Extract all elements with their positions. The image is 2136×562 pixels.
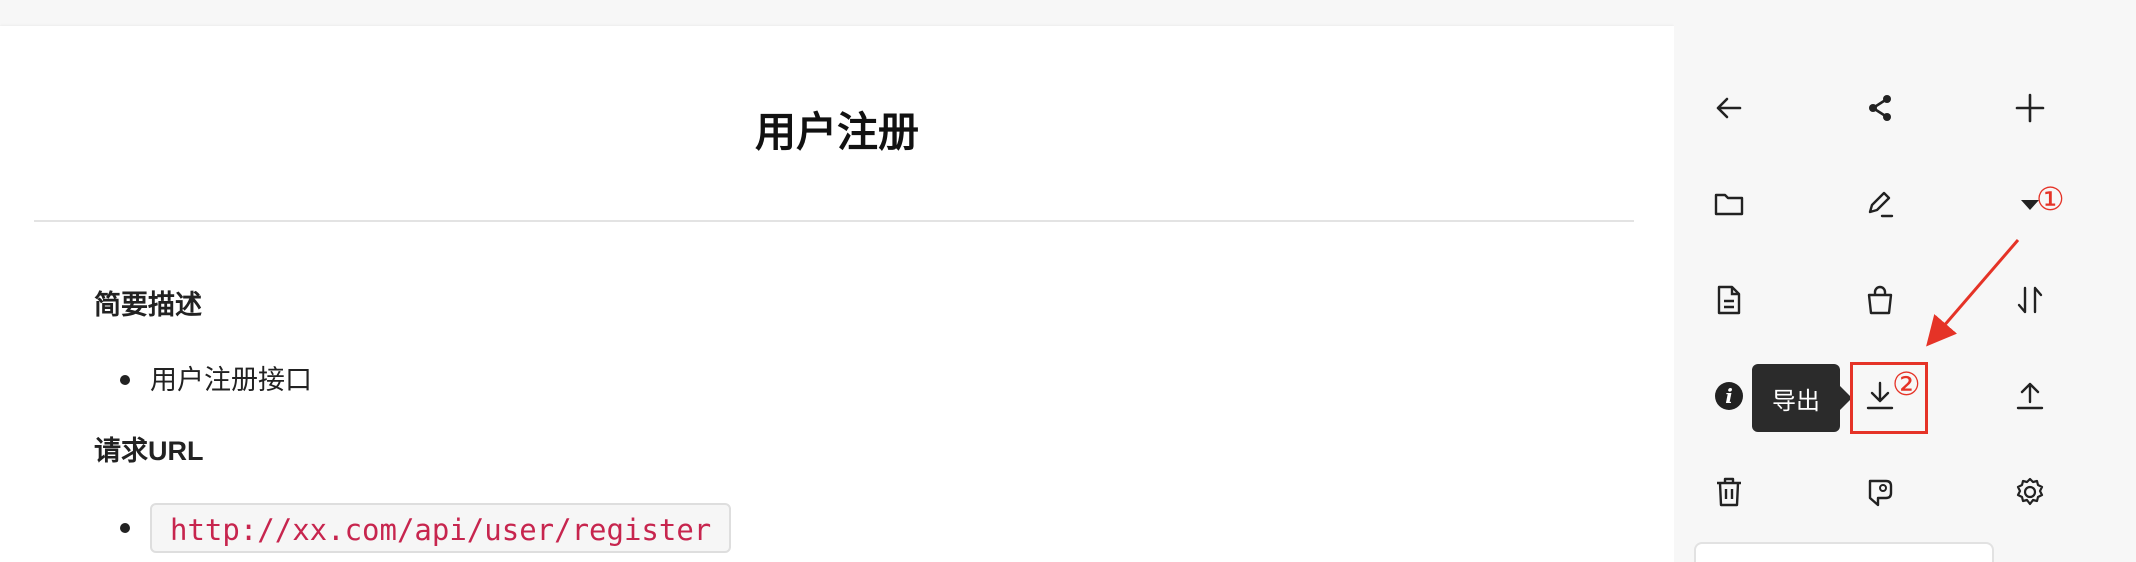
svg-text:i: i	[1725, 384, 1733, 408]
section-heading-url: 请求URL	[94, 436, 204, 466]
section-heading-description: 简要描述	[94, 290, 202, 320]
bag-icon[interactable]	[1848, 268, 1912, 332]
annotation-marker-2: ②	[1892, 366, 1921, 402]
annotation-marker-1: ①	[2036, 181, 2065, 217]
app-root: 用户注册 简要描述 用户注册接口 请求URL http://xx.com/api…	[0, 0, 2136, 562]
document-panel: 用户注册 简要描述 用户注册接口 请求URL http://xx.com/api…	[0, 26, 1674, 562]
back-arrow-icon[interactable]	[1697, 76, 1761, 140]
list-bullet	[120, 523, 130, 533]
title-divider	[34, 220, 1634, 222]
gear-icon[interactable]	[1998, 460, 2062, 524]
tag-icon[interactable]	[1848, 460, 1912, 524]
export-tooltip: 导出	[1752, 364, 1840, 432]
url-code-chip: http://xx.com/api/user/register	[150, 503, 732, 553]
share-icon[interactable]	[1848, 76, 1912, 140]
trash-icon[interactable]	[1697, 460, 1761, 524]
list-item: 用户注册接口	[150, 365, 312, 395]
sort-arrows-icon[interactable]	[1998, 268, 2062, 332]
list-bullet	[120, 375, 130, 385]
page-title: 用户注册	[755, 109, 919, 155]
bottom-card	[1694, 542, 1994, 562]
upload-icon[interactable]	[1998, 364, 2062, 428]
folder-icon[interactable]	[1697, 172, 1761, 236]
plus-icon[interactable]	[1998, 76, 2062, 140]
document-icon[interactable]	[1697, 268, 1761, 332]
edit-pen-icon[interactable]	[1848, 172, 1912, 236]
